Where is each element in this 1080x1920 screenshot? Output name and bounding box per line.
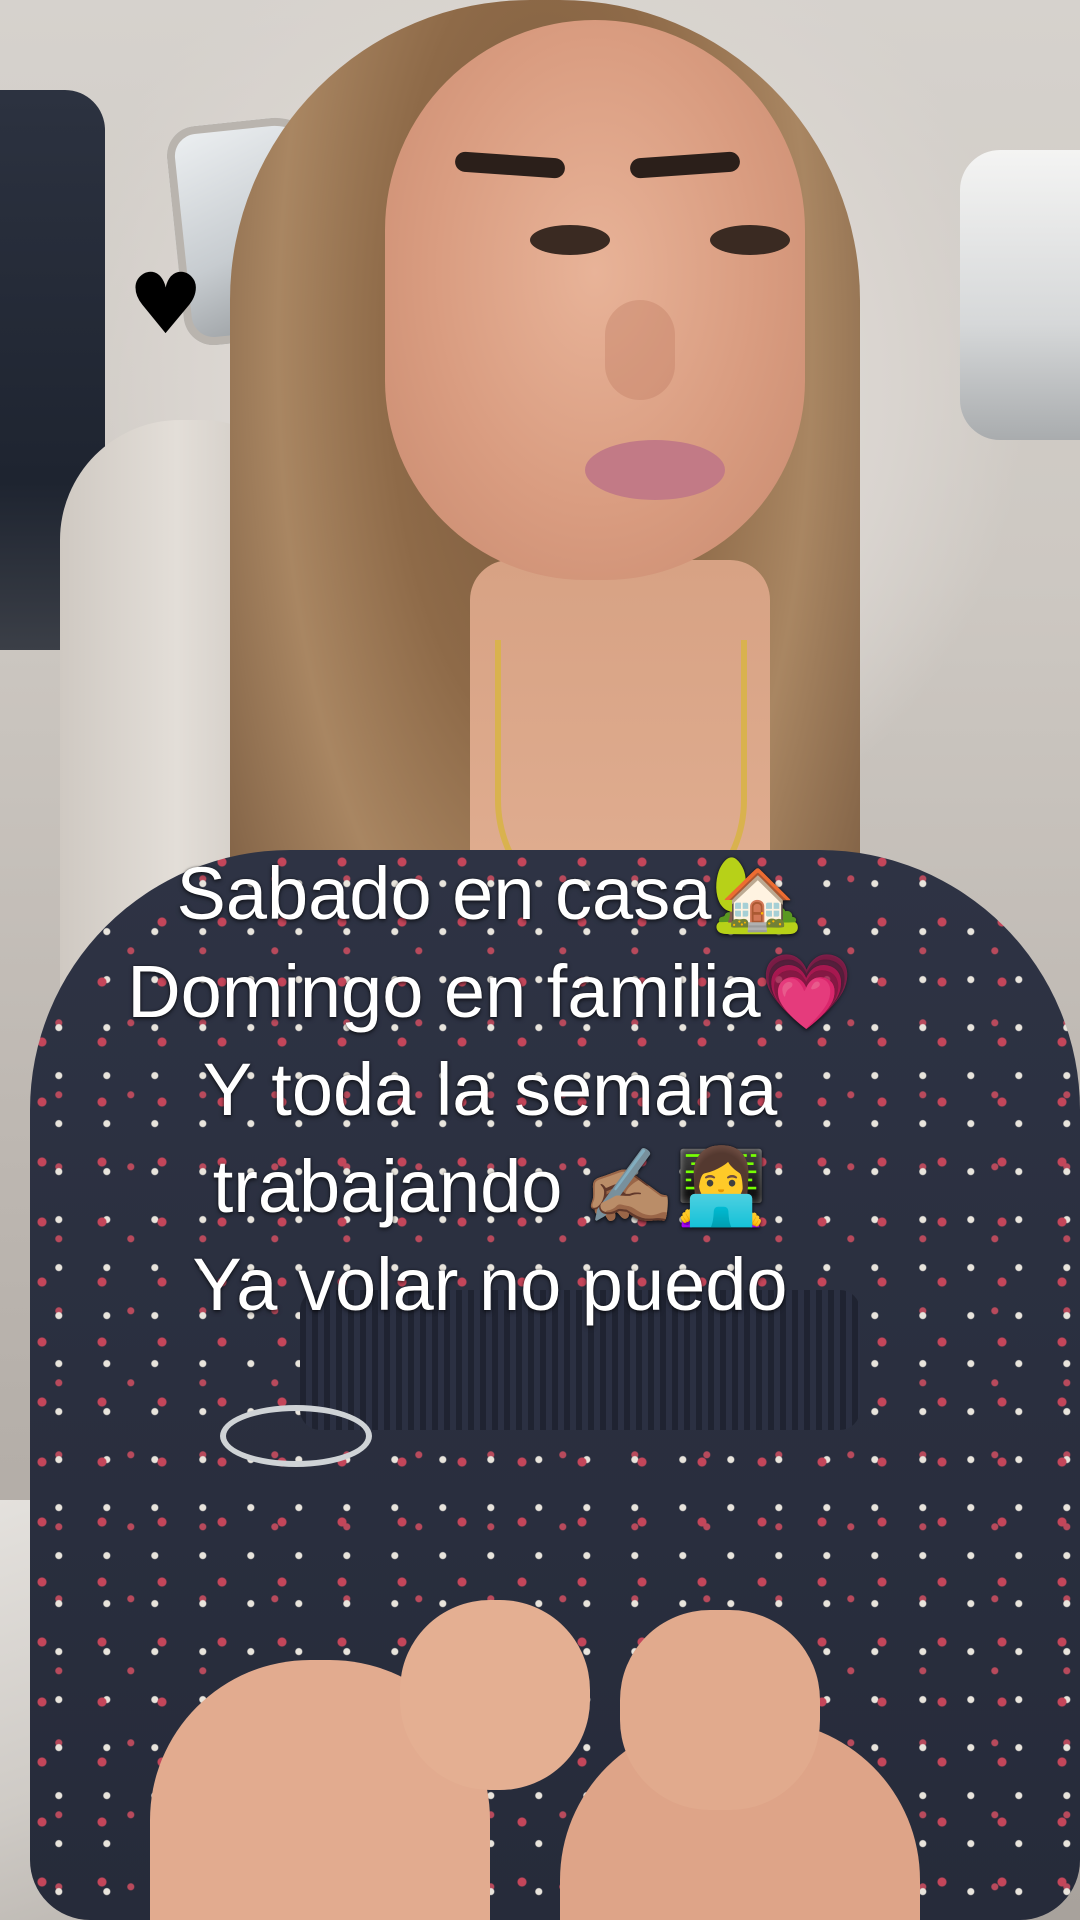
person-hand-right (620, 1610, 820, 1810)
caption-line-2: Domingo en familia💗 (0, 943, 980, 1041)
caption-line-text: trabajando (212, 1145, 583, 1228)
caption-line-3: Y toda la semana (0, 1041, 980, 1138)
eye-right (710, 225, 790, 255)
caption-line-1: Sabado en casa🏡 (0, 845, 980, 943)
caption-line-text: Y toda la semana (202, 1048, 778, 1131)
caption-line-5: Ya volar no puedo (0, 1236, 980, 1333)
writing-hand-and-technologist-icon: ✍🏽👩‍💻 (583, 1144, 768, 1230)
bracelet (220, 1405, 372, 1467)
caption-line-text: Ya volar no puedo (192, 1243, 788, 1326)
person-nose (605, 300, 675, 400)
caption-line-text: Sabado en casa (176, 852, 712, 935)
video-frame[interactable]: ♥ Sabado en casa🏡 Domingo en familia💗 Y … (0, 0, 1080, 1920)
caption-text: Sabado en casa🏡 Domingo en familia💗 Y to… (0, 845, 980, 1333)
car-side-window (960, 150, 1080, 440)
caption-line-4: trabajando ✍🏽👩‍💻 (0, 1138, 980, 1236)
eye-left (530, 225, 610, 255)
person-hand-left (400, 1600, 590, 1790)
pink-heart-icon: 💗 (760, 949, 853, 1035)
caption-line-text: Domingo en familia (127, 950, 761, 1033)
black-heart-icon: ♥ (128, 255, 204, 353)
house-with-garden-icon: 🏡 (711, 851, 804, 937)
person-face (385, 20, 805, 580)
person-lips (585, 440, 725, 500)
